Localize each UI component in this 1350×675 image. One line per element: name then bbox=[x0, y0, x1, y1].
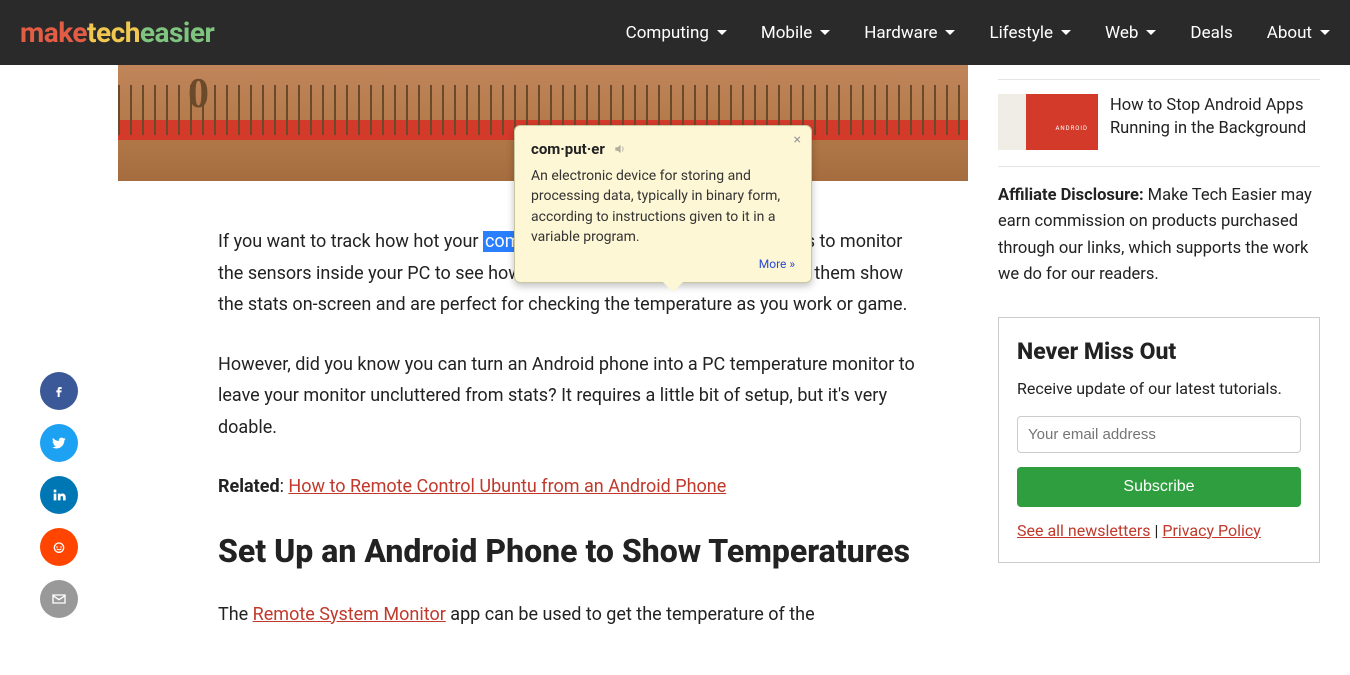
site-logo[interactable]: maketecheasier bbox=[20, 16, 214, 49]
email-field[interactable] bbox=[1017, 416, 1301, 453]
chevron-down-icon bbox=[717, 30, 727, 35]
share-linkedin-button[interactable] bbox=[40, 476, 78, 514]
share-email-button[interactable] bbox=[40, 580, 78, 618]
article-related: Related: How to Remote Control Ubuntu fr… bbox=[218, 471, 918, 503]
tooltip-more-link[interactable]: More » bbox=[759, 257, 795, 271]
article-p3: The Remote System Monitor app can be use… bbox=[218, 599, 918, 631]
logo-part-2: tech bbox=[87, 16, 140, 49]
subscribe-button[interactable]: Subscribe bbox=[1017, 467, 1301, 507]
article-p2: However, did you know you can turn an An… bbox=[218, 349, 918, 444]
tooltip-word: com·put·er bbox=[531, 140, 605, 158]
logo-part-1: make bbox=[20, 16, 87, 49]
sidebar-article-item[interactable]: ANDROID How to Stop Android Apps Running… bbox=[998, 79, 1320, 167]
chevron-down-icon bbox=[1146, 30, 1156, 35]
newsletter-box: Never Miss Out Receive update of our lat… bbox=[998, 317, 1320, 563]
tooltip-definition: An electronic device for storing and pro… bbox=[531, 166, 795, 247]
article-heading: Set Up an Android Phone to Show Temperat… bbox=[218, 531, 918, 571]
newsletter-sub: Receive update of our latest tutorials. bbox=[1017, 379, 1301, 398]
chevron-down-icon bbox=[820, 30, 830, 35]
top-nav: maketecheasier Computing Mobile Hardware Li… bbox=[0, 0, 1350, 65]
speaker-icon[interactable] bbox=[613, 142, 627, 156]
close-icon[interactable]: × bbox=[794, 132, 801, 148]
nav-item-mobile[interactable]: Mobile bbox=[761, 23, 830, 43]
share-reddit-button[interactable] bbox=[40, 528, 78, 566]
article-body: If you want to track how hot your comput… bbox=[218, 226, 918, 630]
newsletter-heading: Never Miss Out bbox=[1017, 338, 1301, 365]
nav-item-lifestyle[interactable]: Lifestyle bbox=[989, 23, 1071, 43]
newsletter-links: See all newsletters | Privacy Policy bbox=[1017, 521, 1301, 540]
nav-item-web[interactable]: Web bbox=[1105, 23, 1156, 43]
nav-item-hardware[interactable]: Hardware bbox=[864, 23, 955, 43]
sidebar: ANDROID How to Stop Android Apps Running… bbox=[998, 65, 1350, 658]
see-all-newsletters-link[interactable]: See all newsletters bbox=[1017, 521, 1151, 540]
share-facebook-button[interactable] bbox=[40, 372, 78, 410]
share-twitter-button[interactable] bbox=[40, 424, 78, 462]
nav-item-computing[interactable]: Computing bbox=[626, 23, 727, 43]
sidebar-thumb: ANDROID bbox=[998, 94, 1098, 150]
affiliate-disclosure: Affiliate Disclosure: Make Tech Easier m… bbox=[998, 183, 1320, 289]
related-link[interactable]: How to Remote Control Ubuntu from an And… bbox=[288, 476, 726, 497]
nav-item-about[interactable]: About bbox=[1267, 23, 1330, 43]
sidebar-item-title: How to Stop Android Apps Running in the … bbox=[1110, 94, 1320, 150]
chevron-down-icon bbox=[1061, 30, 1071, 35]
tooltip-more: More » bbox=[531, 253, 795, 272]
logo-part-3: easier bbox=[140, 16, 214, 49]
privacy-policy-link[interactable]: Privacy Policy bbox=[1162, 521, 1261, 540]
main-column: 0 × com·put·er An electronic device for … bbox=[118, 65, 998, 658]
nav-items: Computing Mobile Hardware Lifestyle Web Deals… bbox=[626, 23, 1330, 43]
nav-item-deals[interactable]: Deals bbox=[1190, 23, 1232, 43]
app-link[interactable]: Remote System Monitor bbox=[253, 604, 446, 625]
share-column bbox=[0, 65, 118, 658]
dictionary-tooltip: × com·put·er An electronic device for st… bbox=[514, 125, 812, 283]
chevron-down-icon bbox=[1320, 30, 1330, 35]
tooltip-word-row: com·put·er bbox=[531, 140, 795, 158]
chevron-down-icon bbox=[945, 30, 955, 35]
